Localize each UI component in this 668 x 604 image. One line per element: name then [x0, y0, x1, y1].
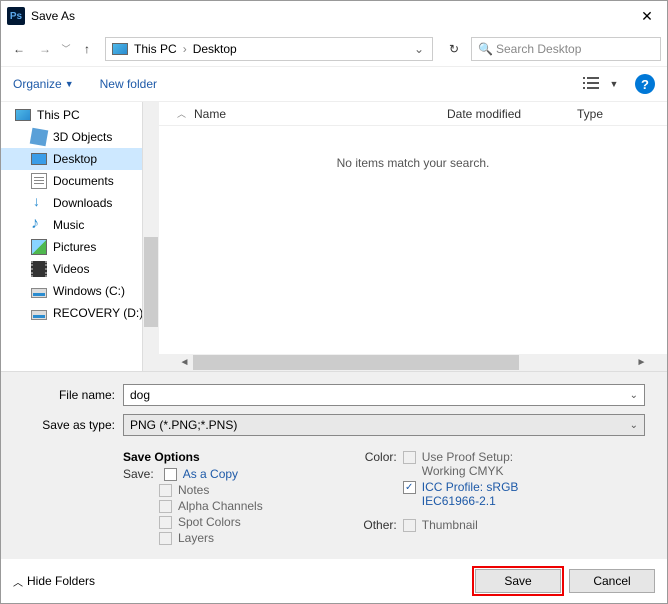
- option-notes: Notes: [178, 483, 209, 497]
- tree-item-this-pc[interactable]: This PC: [1, 104, 159, 126]
- checkbox-icc[interactable]: ✓: [403, 481, 416, 494]
- filetype-dropdown[interactable]: PNG (*.PNG;*.PNS) ⌄: [123, 414, 645, 436]
- tree-scrollbar[interactable]: [142, 102, 159, 371]
- filename-label: File name:: [1, 388, 123, 402]
- color-label: Color:: [353, 450, 403, 464]
- tree-item-music[interactable]: ♪Music: [1, 214, 159, 236]
- column-header-date[interactable]: Date modified: [439, 107, 569, 121]
- window-title: Save As: [31, 9, 627, 23]
- option-icc: ICC Profile: sRGB IEC61966-2.1: [422, 480, 552, 508]
- save-form: File name: dog ⌄ Save as type: PNG (*.PN…: [1, 371, 667, 559]
- nav-back-button[interactable]: ←: [7, 37, 31, 61]
- nav-recent-dropdown[interactable]: ﹀: [59, 37, 73, 61]
- save-options: Save Options Save: As a Copy Notes Alpha…: [1, 444, 655, 547]
- scroll-right-icon[interactable]: ►: [633, 357, 650, 368]
- breadcrumb-current[interactable]: Desktop: [193, 42, 237, 56]
- column-header-name[interactable]: ︿Name: [169, 107, 439, 121]
- cancel-button[interactable]: Cancel: [569, 569, 655, 593]
- video-icon: [31, 261, 47, 277]
- this-pc-icon: [112, 43, 128, 55]
- title-bar: Ps Save As ✕: [1, 1, 667, 31]
- filetype-dropdown-icon[interactable]: ⌄: [624, 420, 644, 431]
- address-dropdown-icon[interactable]: ⌄: [406, 42, 432, 56]
- save-subheading: Save:: [123, 467, 154, 481]
- scrollbar-thumb[interactable]: [193, 355, 519, 370]
- desktop-icon: [31, 153, 47, 165]
- checkbox-thumbnail: [403, 519, 416, 532]
- checkbox-as-copy[interactable]: [164, 468, 177, 481]
- photoshop-icon: Ps: [7, 7, 25, 25]
- drive-icon: [31, 288, 47, 298]
- option-proof: Use Proof Setup: Working CMYK: [422, 450, 552, 478]
- tree-item-desktop[interactable]: Desktop: [1, 148, 159, 170]
- tree-item-videos[interactable]: Videos: [1, 258, 159, 280]
- document-icon: [31, 173, 47, 189]
- option-layers: Layers: [178, 531, 214, 545]
- tree-item-downloads[interactable]: Downloads: [1, 192, 159, 214]
- tree-item-drive-d[interactable]: RECOVERY (D:): [1, 302, 159, 324]
- nav-forward-button[interactable]: →: [33, 37, 57, 61]
- filename-input[interactable]: dog ⌄: [123, 384, 645, 406]
- search-placeholder: Search Desktop: [496, 42, 581, 56]
- checkbox-proof: [403, 451, 416, 464]
- scrollbar-thumb[interactable]: [144, 237, 158, 327]
- cube-icon: [30, 128, 49, 147]
- hide-folders-toggle[interactable]: ︿ Hide Folders: [13, 574, 95, 589]
- pictures-icon: [31, 239, 47, 255]
- checkbox-spot: [159, 516, 172, 529]
- column-header-type[interactable]: Type: [569, 107, 667, 121]
- search-input[interactable]: 🔍 Search Desktop: [471, 37, 661, 61]
- close-button[interactable]: ✕: [627, 1, 667, 31]
- tree-item-3d-objects[interactable]: 3D Objects: [1, 126, 159, 148]
- empty-message: No items match your search.: [159, 126, 667, 170]
- option-thumbnail: Thumbnail: [422, 518, 478, 532]
- download-icon: [31, 195, 47, 211]
- new-folder-button[interactable]: New folder: [100, 77, 157, 91]
- filetype-label: Save as type:: [1, 418, 123, 432]
- chevron-up-icon: ︿: [13, 574, 23, 589]
- drive-icon: [31, 310, 47, 320]
- tree-item-documents[interactable]: Documents: [1, 170, 159, 192]
- checkbox-notes: [159, 484, 172, 497]
- checkbox-alpha: [159, 500, 172, 513]
- view-options-dropdown[interactable]: ▼: [603, 79, 625, 89]
- option-spot: Spot Colors: [178, 515, 241, 529]
- horizontal-scrollbar[interactable]: ◄ ►: [159, 354, 667, 371]
- search-icon: 🔍: [478, 42, 492, 56]
- help-button[interactable]: ?: [635, 74, 655, 94]
- breadcrumb-root[interactable]: This PC: [134, 42, 177, 56]
- tree-item-drive-c[interactable]: Windows (C:): [1, 280, 159, 302]
- toolbar: Organize▼ New folder ▼ ?: [1, 67, 667, 101]
- nav-up-button[interactable]: ↑: [75, 37, 99, 61]
- refresh-button[interactable]: ↻: [439, 37, 469, 61]
- music-icon: ♪: [31, 217, 47, 233]
- navigation-tree[interactable]: This PC 3D Objects Desktop Documents Dow…: [1, 102, 159, 371]
- dialog-footer: ︿ Hide Folders Save Cancel: [1, 559, 667, 603]
- save-button[interactable]: Save: [475, 569, 561, 593]
- other-label: Other:: [353, 518, 403, 532]
- tree-item-pictures[interactable]: Pictures: [1, 236, 159, 258]
- main-area: This PC 3D Objects Desktop Documents Dow…: [1, 101, 667, 371]
- sort-indicator-icon: ︿: [177, 107, 186, 121]
- organize-menu[interactable]: Organize▼: [13, 77, 74, 91]
- option-alpha: Alpha Channels: [178, 499, 263, 513]
- column-headers: ︿Name Date modified Type: [159, 102, 667, 126]
- scroll-left-icon[interactable]: ◄: [176, 357, 193, 368]
- navigation-bar: ← → ﹀ ↑ This PC › Desktop ⌄ ↻ 🔍 Search D…: [1, 31, 667, 67]
- checkbox-layers: [159, 532, 172, 545]
- save-options-heading: Save Options: [123, 450, 263, 464]
- address-bar[interactable]: This PC › Desktop ⌄: [105, 37, 433, 61]
- file-list-area: ︿Name Date modified Type No items match …: [159, 102, 667, 371]
- breadcrumb-separator: ›: [179, 42, 191, 56]
- filename-dropdown-icon[interactable]: ⌄: [624, 390, 644, 401]
- option-as-copy: As a Copy: [183, 467, 238, 481]
- view-options-button[interactable]: [581, 77, 603, 91]
- monitor-icon: [15, 109, 31, 121]
